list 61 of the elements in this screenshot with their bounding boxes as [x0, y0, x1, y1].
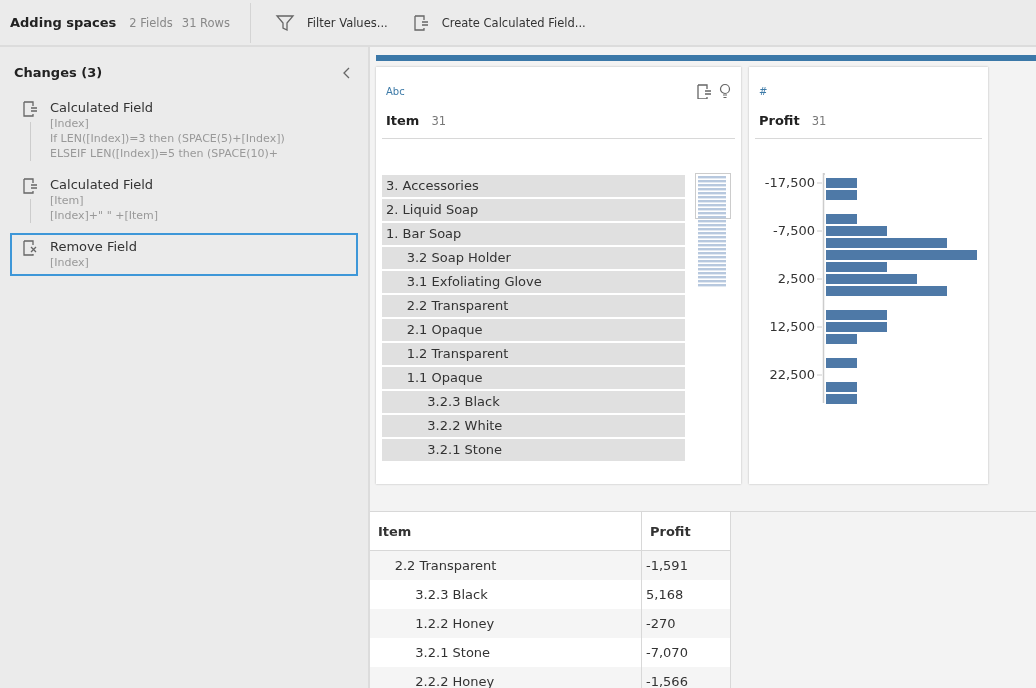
- change-item[interactable]: Calculated Field [Item] [Index]+" " +[Item]: [10, 171, 358, 229]
- table-cell: -1,591: [641, 550, 731, 580]
- change-detail: ELSEIF LEN([Index])=5 then (SPACE(10)+: [50, 146, 280, 161]
- value-count: 31: [431, 114, 447, 128]
- document-icon: [411, 13, 430, 32]
- change-detail: [Index]: [50, 255, 90, 270]
- value-count: 31: [811, 114, 827, 128]
- data-type-label: #: [759, 85, 768, 97]
- change-title: Calculated Field: [50, 100, 155, 115]
- document-icon: [21, 177, 39, 195]
- change-title: Remove Field: [50, 239, 137, 254]
- axis-label: -17,500: [763, 174, 815, 192]
- value-bar[interactable]: 3.2.3 Black: [382, 391, 685, 413]
- field-name: Profit: [759, 113, 800, 128]
- table-cell: 5,168: [641, 580, 731, 609]
- panel-title: Changes (3): [14, 65, 103, 80]
- table-cell: 3.2.3 Black: [370, 580, 642, 609]
- table-cell: 2.2 Transparent: [370, 550, 642, 580]
- value-bar[interactable]: 3.2 Soap Holder: [382, 247, 685, 269]
- value-bar[interactable]: 3.2.2 White: [382, 415, 685, 437]
- value-bar[interactable]: 1.1 Opaque: [382, 367, 685, 389]
- value-bar[interactable]: 3. Accessories: [382, 175, 685, 197]
- data-type-label: Abc: [386, 85, 405, 97]
- table-cell: 3.2.1 Stone: [370, 638, 642, 667]
- table-cell: -270: [641, 609, 731, 638]
- change-detail: [Index]+" " +[Item]: [50, 208, 159, 223]
- flow-title: Adding spaces: [10, 15, 117, 30]
- field-count: 2 Fields: [129, 15, 173, 30]
- axis-label: 12,500: [768, 318, 815, 336]
- axis-label: -7,500: [772, 222, 815, 240]
- value-bar[interactable]: 2. Liquid Soap: [382, 199, 685, 221]
- row-count: 31 Rows: [181, 15, 230, 30]
- change-detail: [Item]: [50, 193, 85, 208]
- document-icon: [21, 100, 39, 118]
- change-item[interactable]: Remove Field [Index]: [10, 233, 358, 276]
- table-cell: -7,070: [641, 638, 731, 667]
- table-cell: -1,566: [641, 667, 731, 688]
- table-cell: 1.2.2 Honey: [370, 609, 642, 638]
- filter-icon: [275, 12, 295, 33]
- column-header[interactable]: Profit: [641, 512, 731, 551]
- table-cell: 2.2.2 Honey: [370, 667, 642, 688]
- value-bar[interactable]: 2.2 Transparent: [382, 295, 685, 317]
- lightbulb-icon: [719, 83, 731, 99]
- column-header[interactable]: Item: [370, 512, 642, 551]
- document-remove-icon: [21, 239, 39, 257]
- value-bar[interactable]: 2.1 Opaque: [382, 319, 685, 341]
- value-bar[interactable]: 1. Bar Soap: [382, 223, 685, 245]
- document-icon: [695, 83, 711, 99]
- change-detail: If LEN([Index])=3 then (SPACE(5)+[Index]): [50, 131, 285, 146]
- change-item[interactable]: Calculated Field [Index] If LEN([Index])=3 then (SPACE(5)+[Index]) ELSEIF LEN([Index])=5 then (SPACE(10)+: [10, 94, 358, 167]
- field-name: Item: [386, 113, 420, 128]
- axis-label: 22,500: [768, 366, 815, 384]
- filter-button[interactable]: Filter Values...: [275, 8, 388, 37]
- change-title: Calculated Field: [50, 177, 155, 192]
- value-bar[interactable]: 3.2.1 Stone: [382, 439, 685, 461]
- change-detail: [Index]: [50, 116, 90, 131]
- calculated-field-button[interactable]: Create Calculated Field...: [411, 9, 586, 36]
- value-bar[interactable]: 1.2 Transparent: [382, 343, 685, 365]
- axis-label: 2,500: [776, 270, 815, 288]
- value-bar[interactable]: 3.1 Exfoliating Glove: [382, 271, 685, 293]
- collapse-icon: [342, 65, 352, 80]
